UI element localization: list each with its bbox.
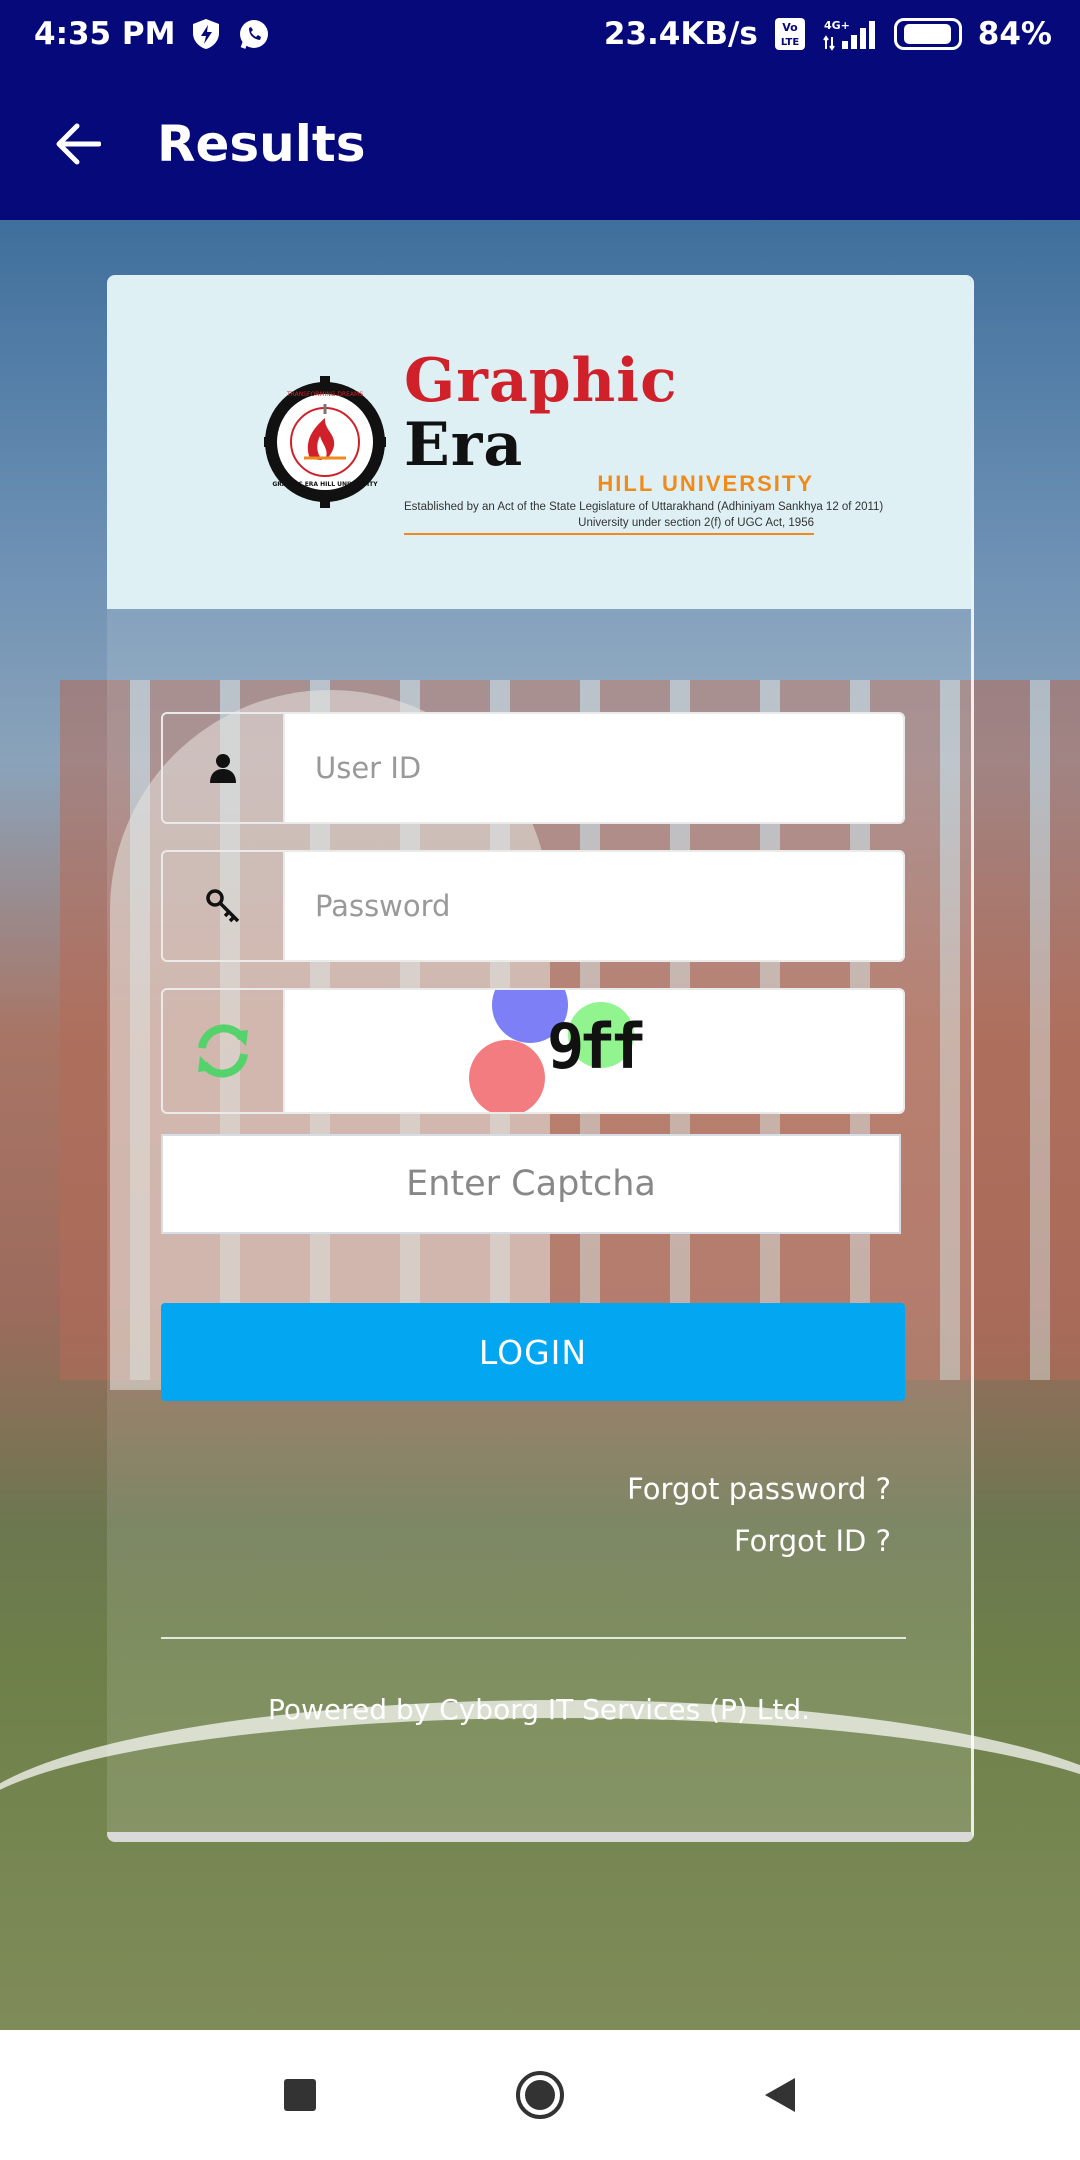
- refresh-captcha-button[interactable]: [163, 990, 285, 1112]
- password-input[interactable]: [285, 852, 903, 960]
- user-id-input[interactable]: [285, 714, 903, 822]
- divider: [161, 1637, 906, 1639]
- user-icon: [210, 754, 236, 783]
- captcha-image: 9ff: [285, 990, 903, 1112]
- brand-subtitle: HILL UNIVERSITY: [597, 471, 814, 496]
- home-circle-icon: [516, 2071, 564, 2119]
- refresh-icon: [198, 1024, 248, 1078]
- brand-established: Established by an Act of the State Legis…: [404, 501, 884, 513]
- battery-percent: 84%: [977, 16, 1052, 52]
- status-bar: 4:35 PM 23.4KB/s Vo LTE 4G+ 84%: [0, 0, 1080, 68]
- status-time: 4:35 PM: [34, 16, 176, 52]
- svg-text:4G+: 4G+: [824, 19, 850, 32]
- home-button[interactable]: [505, 2060, 575, 2130]
- shield-bolt-icon: [191, 18, 221, 50]
- user-id-row: [161, 712, 905, 824]
- page-title: Results: [157, 115, 366, 173]
- svg-text:LTE: LTE: [781, 37, 800, 48]
- signal-icon: 4G+: [822, 17, 878, 51]
- powered-by: Powered by Cyborg IT Services (P) Ltd.: [267, 1693, 811, 1726]
- help-links: Forgot password ? Forgot ID ?: [627, 1463, 891, 1567]
- whatsapp-icon: [237, 17, 271, 51]
- captcha-row: 9ff: [161, 988, 905, 1114]
- recents-square-icon: [284, 2079, 316, 2111]
- university-logo: TRANSFORMING DREAMS GRAPHIC ERA HILL UNI…: [264, 349, 884, 535]
- volte-icon: Vo LTE: [774, 17, 806, 51]
- login-button[interactable]: LOGIN: [161, 1303, 905, 1401]
- app-bar: Results: [0, 68, 1080, 220]
- svg-text:Vo: Vo: [782, 21, 798, 34]
- forgot-id-link[interactable]: Forgot ID ?: [627, 1515, 891, 1567]
- back-triangle-icon: [765, 2078, 795, 2112]
- captcha-text: 9ff: [547, 1010, 647, 1083]
- university-seal-icon: TRANSFORMING DREAMS GRAPHIC ERA HILL UNI…: [264, 374, 386, 510]
- net-speed: 23.4KB/s: [603, 16, 758, 52]
- brand-name: Graphic Era: [404, 349, 814, 477]
- battery-icon: [893, 18, 962, 50]
- battery-fill: [904, 24, 952, 44]
- password-addon: [163, 852, 285, 960]
- password-row: [161, 850, 905, 962]
- arrow-back-icon: [56, 123, 101, 165]
- nav-back-button[interactable]: [745, 2060, 815, 2130]
- user-addon: [163, 714, 285, 822]
- recents-button[interactable]: [265, 2060, 335, 2130]
- brand-name-1: Graphic: [404, 346, 678, 416]
- svg-text:TRANSFORMING DREAMS: TRANSFORMING DREAMS: [286, 391, 363, 398]
- logo-area: TRANSFORMING DREAMS GRAPHIC ERA HILL UNI…: [107, 275, 971, 609]
- system-nav-bar: [0, 2030, 1080, 2160]
- brand-ugc: University under section 2(f) of UGC Act…: [404, 516, 814, 535]
- forgot-password-link[interactable]: Forgot password ?: [627, 1463, 891, 1515]
- login-card: TRANSFORMING DREAMS GRAPHIC ERA HILL UNI…: [107, 275, 974, 1842]
- back-button[interactable]: [37, 104, 117, 184]
- key-icon: [206, 889, 240, 923]
- brand-block: Graphic Era HILL UNIVERSITY Established …: [404, 349, 884, 535]
- seal-text: GRAPHIC ERA HILL UNIVERSITY: [272, 481, 378, 488]
- captcha-input[interactable]: [161, 1134, 901, 1234]
- brand-name-2: Era: [404, 410, 524, 480]
